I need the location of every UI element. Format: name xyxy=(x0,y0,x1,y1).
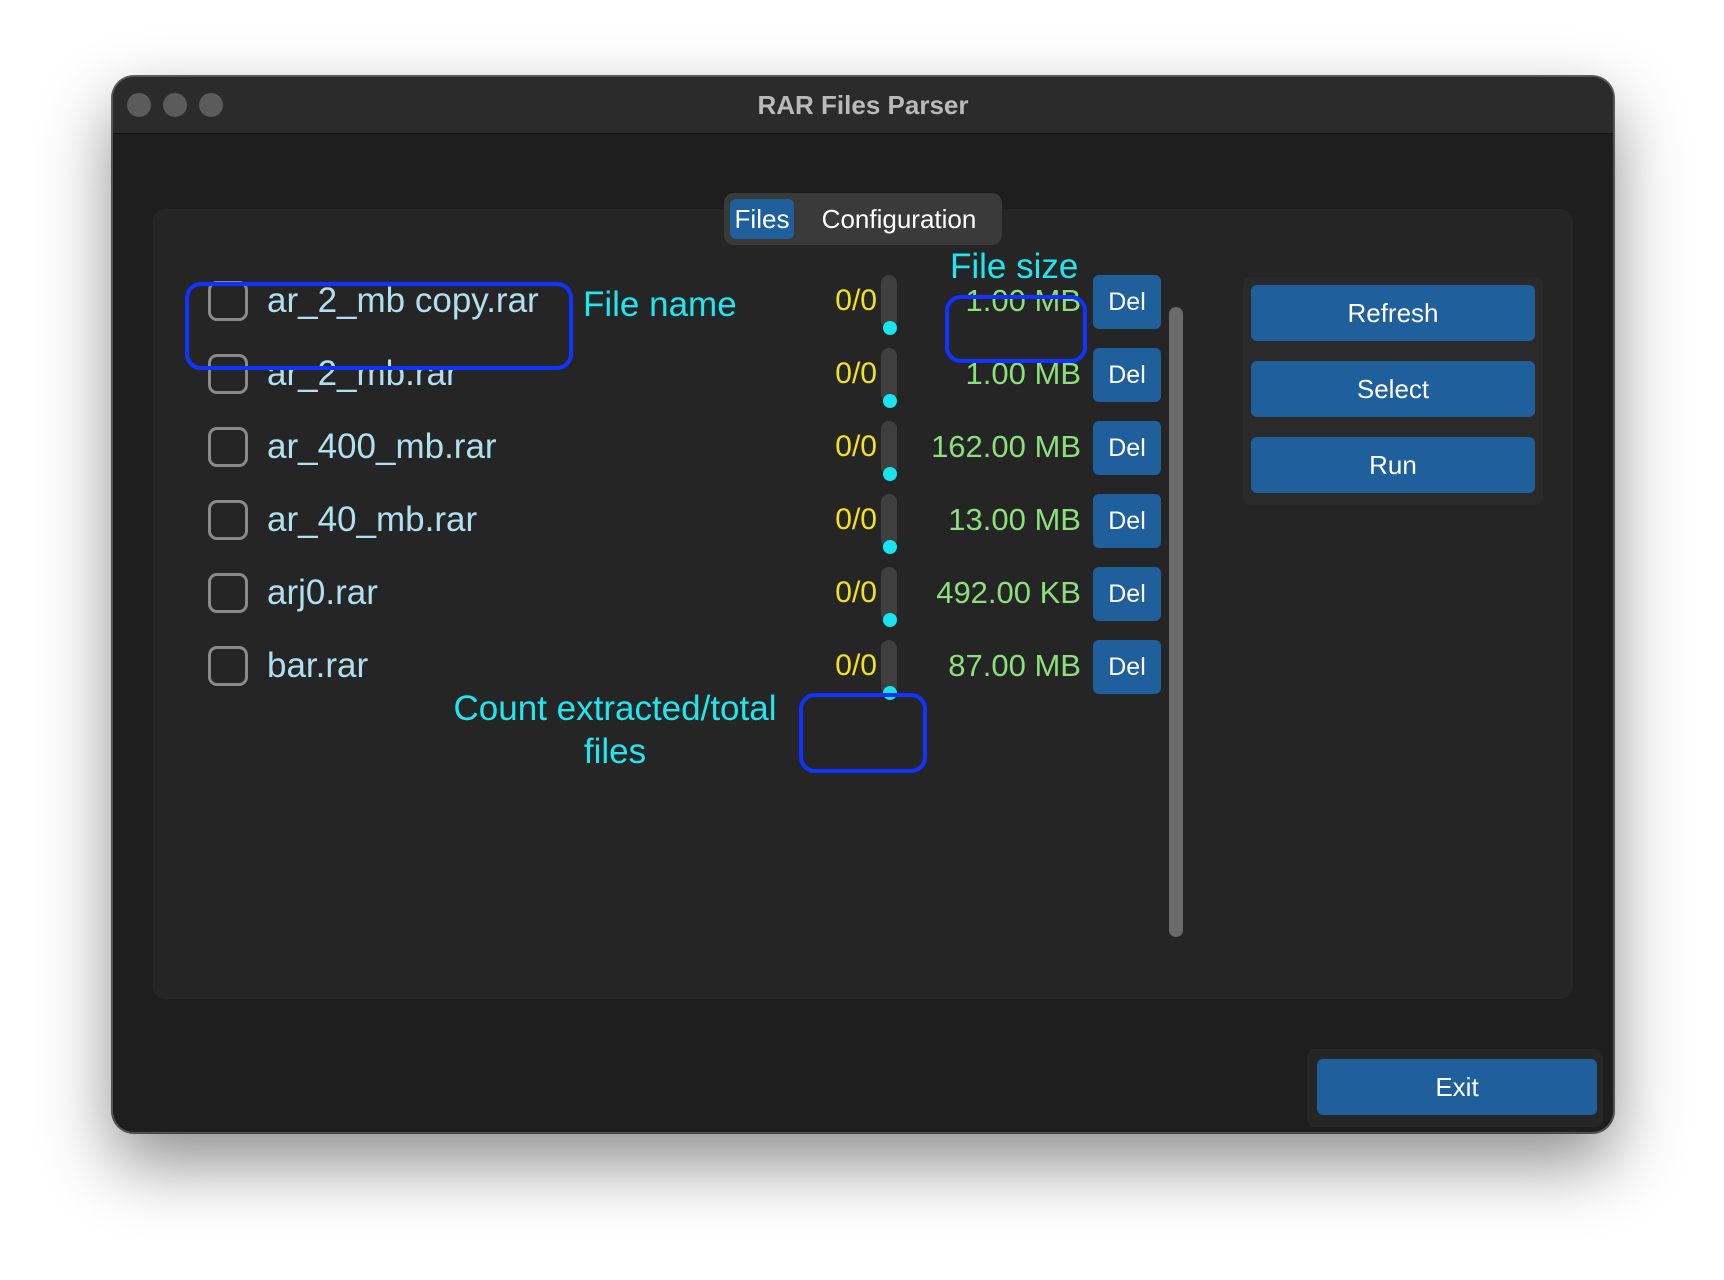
file-size-annotation: File size xyxy=(950,247,1079,286)
file-name: ar_400_mb.rar xyxy=(267,427,497,466)
run-button[interactable]: Run xyxy=(1251,437,1535,493)
count-annotation-line1: Count extracted/total xyxy=(453,689,777,728)
delete-button[interactable]: Del xyxy=(1093,494,1161,548)
exit-button[interactable]: Exit xyxy=(1317,1059,1597,1115)
window-title: RAR Files Parser xyxy=(757,90,969,120)
delete-button[interactable]: Del xyxy=(1093,567,1161,621)
app-window: RAR Files Parser Files Configuration ar_… xyxy=(112,76,1614,1133)
exit-button-group: Exit xyxy=(1307,1049,1603,1127)
file-count: 0/0 xyxy=(835,430,877,463)
refresh-button[interactable]: Refresh xyxy=(1251,285,1535,341)
file-row: ar_400_mb.rar 0/0 162.00 MB Del xyxy=(113,407,1173,487)
delete-button[interactable]: Del xyxy=(1093,421,1161,475)
file-size: 162.00 MB xyxy=(931,429,1081,464)
file-name-annotation: File name xyxy=(583,285,737,324)
file-list-scrollbar[interactable] xyxy=(1169,307,1183,937)
delete-button[interactable]: Del xyxy=(1093,348,1161,402)
file-count: 0/0 xyxy=(835,503,877,536)
file-size-highlight-box xyxy=(945,295,1087,363)
file-row: ar_40_mb.rar 0/0 13.00 MB Del xyxy=(113,480,1173,560)
file-size: 492.00 KB xyxy=(936,575,1081,610)
tab-files[interactable]: Files xyxy=(730,199,794,239)
select-button[interactable]: Select xyxy=(1251,361,1535,417)
file-name: ar_40_mb.rar xyxy=(267,500,478,539)
count-annotation-line2: files xyxy=(583,732,647,771)
delete-button[interactable]: Del xyxy=(1093,275,1161,329)
title-bar: RAR Files Parser xyxy=(113,77,1613,134)
file-count: 0/0 xyxy=(835,284,877,317)
file-checkbox[interactable] xyxy=(208,500,248,540)
delete-button[interactable]: Del xyxy=(1093,640,1161,694)
file-size: 13.00 MB xyxy=(948,502,1081,537)
file-name-highlight-box xyxy=(185,282,573,370)
action-button-group: Refresh Select Run xyxy=(1243,277,1543,505)
file-count: 0/0 xyxy=(835,357,877,390)
file-checkbox[interactable] xyxy=(208,573,248,613)
tab-configuration[interactable]: Configuration xyxy=(802,199,996,239)
file-name: bar.rar xyxy=(267,646,369,685)
file-name: arj0.rar xyxy=(267,573,378,612)
file-checkbox[interactable] xyxy=(208,646,248,686)
file-checkbox[interactable] xyxy=(208,427,248,467)
file-row: arj0.rar 0/0 492.00 KB Del xyxy=(113,553,1173,633)
count-highlight-box xyxy=(799,693,927,773)
file-count: 0/0 xyxy=(835,576,877,609)
tab-bar: Files Configuration xyxy=(724,193,1002,245)
